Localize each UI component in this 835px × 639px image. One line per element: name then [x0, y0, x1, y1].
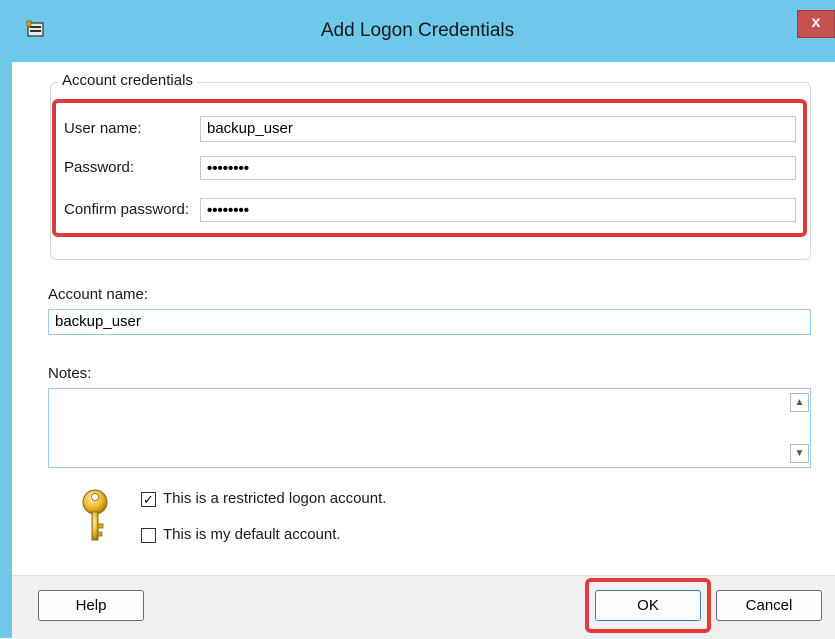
checkmark-icon: ✓ — [143, 492, 154, 507]
restricted-account-label: This is a restricted logon account. — [163, 490, 387, 507]
default-account-label: This is my default account. — [163, 526, 341, 543]
notes-label: Notes: — [48, 365, 92, 382]
close-button[interactable]: x — [797, 10, 835, 38]
help-button[interactable]: Help — [38, 590, 144, 621]
chevron-up-icon: ▲ — [794, 397, 805, 408]
window-title: Add Logon Credentials — [320, 20, 515, 41]
default-account-checkbox[interactable] — [141, 528, 156, 543]
cancel-button[interactable]: Cancel — [716, 590, 822, 621]
notes-textarea[interactable]: ▲ ▼ — [48, 388, 811, 468]
account-name-input[interactable]: backup_user — [48, 309, 811, 335]
key-icon — [82, 489, 108, 541]
account-name-label: Account name: — [48, 286, 149, 303]
credentials-highlight — [52, 99, 807, 237]
account-credentials-legend: Account credentials — [58, 72, 197, 89]
close-icon: x — [811, 14, 821, 31]
restricted-account-checkbox[interactable]: ✓ — [141, 492, 156, 507]
chevron-down-icon: ▼ — [794, 448, 805, 459]
scroll-down-button[interactable]: ▼ — [790, 444, 809, 463]
scroll-up-button[interactable]: ▲ — [790, 393, 809, 412]
ok-highlight — [585, 578, 711, 633]
